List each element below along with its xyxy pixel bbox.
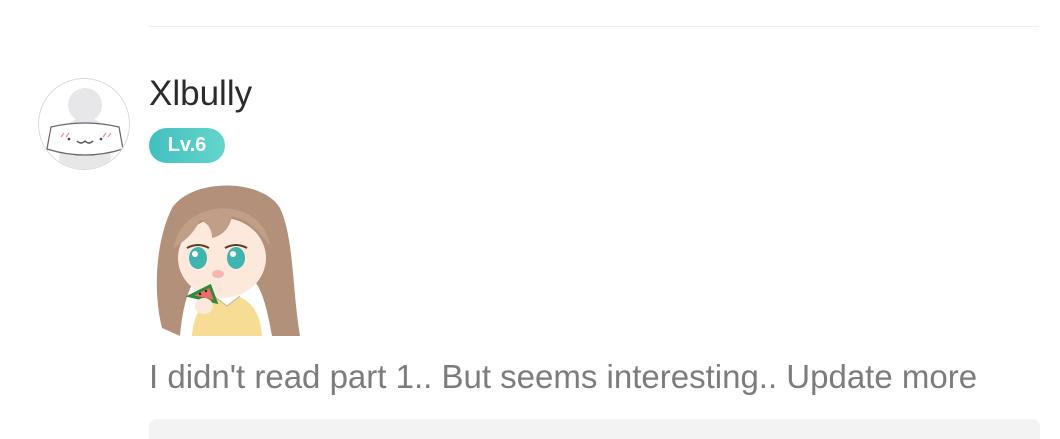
girl-eating-watermelon-sticker [152, 178, 302, 338]
comment-text: I didn't read part 1.. But seems interes… [149, 358, 978, 395]
divider [149, 26, 1039, 27]
avatar[interactable] [38, 78, 130, 170]
masked-ghost-avatar-icon [39, 79, 129, 169]
username[interactable]: Xlbully [149, 74, 252, 114]
level-badge: Lv.6 [149, 128, 225, 163]
reply-box[interactable] [149, 419, 1040, 439]
